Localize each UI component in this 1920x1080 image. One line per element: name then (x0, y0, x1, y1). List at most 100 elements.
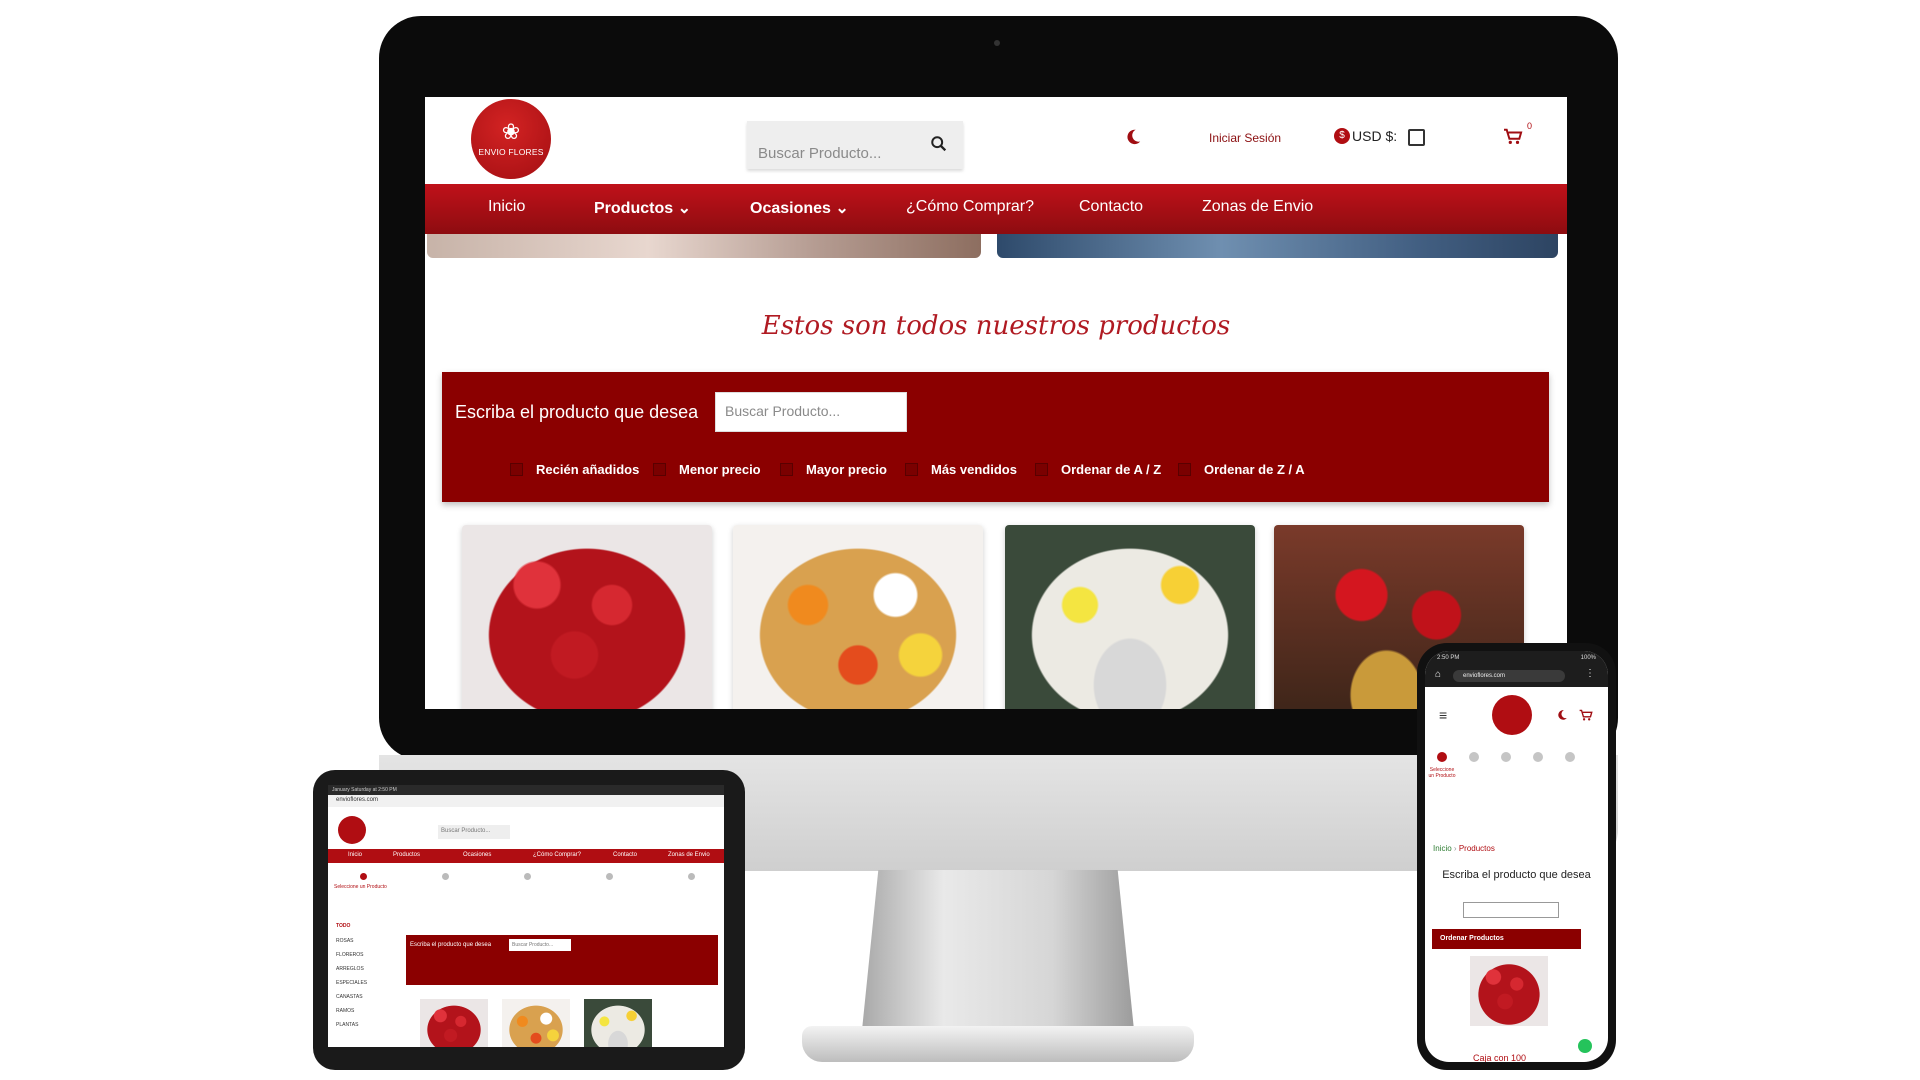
nav-zonas-envio[interactable]: Zonas de Envio (1202, 198, 1313, 216)
battery-level: 100% (1580, 655, 1596, 661)
checkbox[interactable] (1178, 463, 1191, 476)
tablet-nav-item[interactable]: Productos (393, 852, 420, 858)
sidebar-item[interactable]: TODO (336, 923, 350, 929)
step-dot (1533, 752, 1543, 762)
tablet-nav-item[interactable]: Inicio (348, 852, 362, 858)
step-dot (1469, 752, 1479, 762)
checkbox[interactable] (653, 463, 666, 476)
chevron-down-icon: ⌄ (835, 200, 849, 217)
step-label: Seleccione un Producto (334, 884, 387, 890)
tablet-nav-item[interactable]: Ocasiones (463, 852, 491, 858)
sidebar-item[interactable]: PLANTAS (336, 1022, 358, 1028)
checkbox[interactable] (510, 463, 523, 476)
rose-icon: ❀ (501, 119, 521, 144)
banner-strip (425, 234, 1567, 264)
nav-como-comprar[interactable]: ¿Cómo Comprar? (906, 198, 1034, 216)
product-card[interactable] (584, 999, 652, 1047)
phone-browser-bar: ⌂ envioflores.com ⋮ (1425, 665, 1608, 687)
step-dot (1565, 752, 1575, 762)
imac-stand (862, 870, 1134, 1030)
home-icon[interactable]: ⌂ (1435, 669, 1441, 680)
status-time: 2:50 PM (1437, 655, 1460, 661)
product-card[interactable] (502, 999, 570, 1047)
sidebar-item[interactable]: ESPECIALES (336, 980, 367, 986)
phone-screen: 2:50 PM 100% ⌂ envioflores.com ⋮ ≡ Selec… (1425, 651, 1608, 1062)
dark-mode-moon-icon[interactable] (1124, 128, 1142, 146)
search-placeholder: Buscar Producto... (758, 145, 882, 162)
currency-toggle-checkbox[interactable] (1408, 129, 1425, 146)
nav-inicio[interactable]: Inicio (488, 198, 525, 216)
sort-option-lowest-price[interactable]: Menor precio (653, 462, 761, 477)
section-title: Estos son todos nuestros productos (761, 311, 1231, 341)
search-placeholder: Buscar Producto... (512, 942, 554, 948)
checkbox[interactable] (905, 463, 918, 476)
order-products-bar[interactable]: Ordenar Productos (1432, 929, 1581, 949)
whatsapp-icon[interactable] (1578, 1039, 1592, 1053)
more-menu-icon[interactable]: ⋮ (1585, 668, 1595, 679)
header-search[interactable]: Buscar Producto... (747, 121, 963, 169)
phone-logo[interactable] (1492, 695, 1532, 735)
breadcrumb-current: Productos (1458, 844, 1495, 853)
sort-option-label: Recién añadidos (536, 462, 640, 477)
phone-url-bar[interactable]: envioflores.com (1453, 670, 1565, 682)
banner-image-left[interactable] (427, 234, 981, 258)
product-card[interactable] (1470, 956, 1548, 1026)
product-search-input[interactable]: Buscar Producto... (715, 392, 907, 432)
imac-foot (802, 1026, 1194, 1062)
nav-productos-label: Productos (594, 200, 674, 217)
product-card[interactable] (733, 525, 983, 709)
nav-productos[interactable]: Productos ⌄ (594, 198, 691, 218)
tablet-logo[interactable] (338, 816, 366, 844)
sort-option-best-sellers[interactable]: Más vendidos (905, 462, 1017, 477)
sort-option-label: Más vendidos (931, 462, 1017, 477)
desktop-screen: ❀ ENVIO FLORES Buscar Producto... Inicia… (425, 97, 1567, 709)
breadcrumb: Inicio › Productos (1433, 844, 1495, 853)
phone-status-bar: 2:50 PM 100% (1425, 651, 1608, 665)
nav-ocasiones-label: Ocasiones (750, 200, 831, 217)
product-card[interactable] (420, 999, 488, 1047)
hamburger-menu-icon[interactable]: ≡ (1439, 707, 1447, 723)
site-logo[interactable]: ❀ ENVIO FLORES (471, 99, 551, 179)
search-placeholder: Buscar Producto... (725, 403, 841, 419)
sort-option-recent[interactable]: Recién añadidos (510, 462, 639, 477)
tablet-search-input[interactable]: Buscar Producto... (438, 825, 510, 839)
sidebar-item[interactable]: ROSAS (336, 938, 354, 944)
sort-option-label: Ordenar de A / Z (1061, 462, 1162, 477)
sort-option-a-z[interactable]: Ordenar de A / Z (1035, 462, 1161, 477)
phone-url: envioflores.com (1463, 673, 1506, 679)
sort-option-label: Ordenar de Z / A (1204, 462, 1305, 477)
tablet-nav-item[interactable]: Contacto (613, 852, 637, 858)
tablet-url-bar[interactable]: envioflores.com (328, 795, 724, 807)
product-card[interactable] (1005, 525, 1255, 709)
checkbox[interactable] (1035, 463, 1048, 476)
dark-mode-moon-icon[interactable] (1556, 709, 1568, 721)
site-header: ❀ ENVIO FLORES Buscar Producto... Inicia… (425, 97, 1567, 184)
sort-option-highest-price[interactable]: Mayor precio (780, 462, 887, 477)
cart-icon[interactable] (1503, 128, 1523, 146)
cart-icon[interactable] (1579, 709, 1593, 722)
nav-contacto[interactable]: Contacto (1079, 198, 1143, 216)
sidebar-item[interactable]: RAMOS (336, 1008, 354, 1014)
sidebar-item[interactable]: ARREGLOS (336, 966, 364, 972)
sidebar-item[interactable]: CANASTAS (336, 994, 363, 1000)
sort-option-label: Mayor precio (806, 462, 887, 477)
banner-image-right[interactable] (997, 234, 1558, 258)
phone-search-input[interactable] (1463, 902, 1559, 918)
tablet-nav: Inicio Productos Ocasiones ¿Cómo Comprar… (328, 849, 724, 863)
step-label: Seleccione un Producto (1428, 767, 1456, 779)
breadcrumb-home[interactable]: Inicio (1433, 844, 1452, 853)
login-link[interactable]: Iniciar Sesión (1209, 131, 1281, 145)
nav-ocasiones[interactable]: Ocasiones ⌄ (750, 198, 849, 218)
sidebar-item[interactable]: FLOREROS (336, 952, 364, 958)
tablet-nav-item[interactable]: Zonas de Envio (668, 852, 710, 858)
search-icon[interactable] (930, 135, 948, 153)
sort-option-z-a[interactable]: Ordenar de Z / A (1178, 462, 1305, 477)
product-caption: Caja con 100 (1473, 1053, 1527, 1062)
tablet-product-search[interactable]: Buscar Producto... (509, 939, 571, 951)
tablet-nav-item[interactable]: ¿Cómo Comprar? (533, 852, 581, 858)
filter-label: Escriba el producto que desea (410, 942, 492, 948)
step-dot (442, 873, 449, 880)
product-card[interactable] (462, 525, 712, 709)
cart-count: 0 (1527, 121, 1533, 131)
checkbox[interactable] (780, 463, 793, 476)
